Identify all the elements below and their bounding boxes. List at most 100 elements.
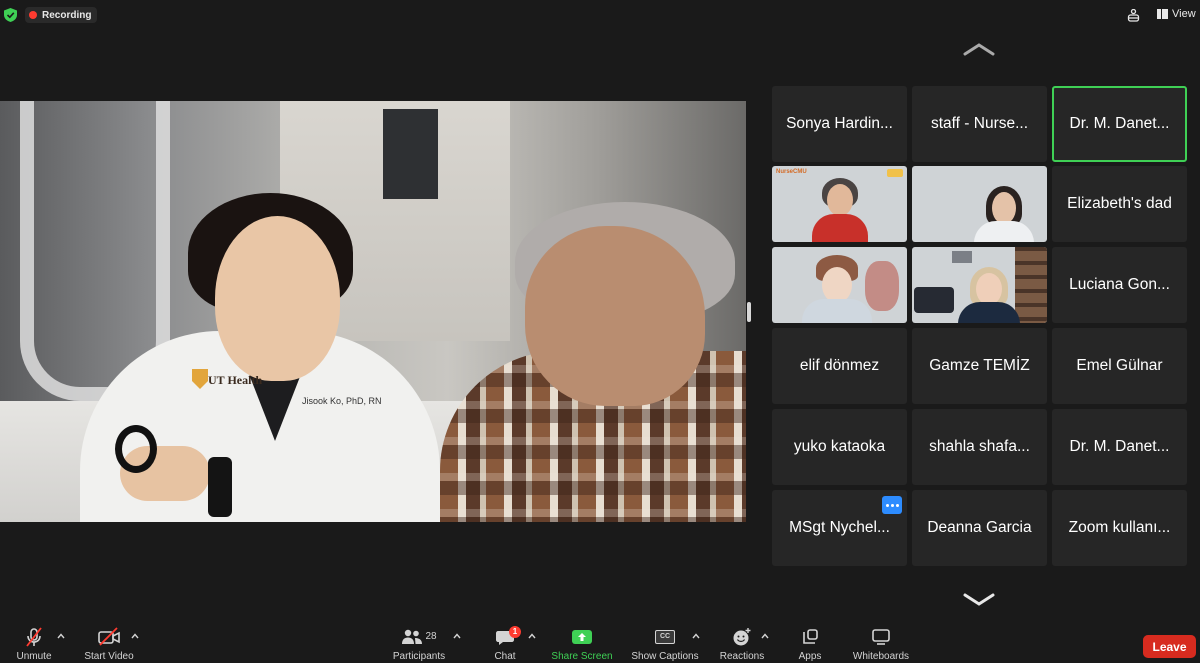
chat-unread-badge: 1 (509, 626, 521, 638)
participant-body (974, 221, 1034, 242)
video-background-frame (383, 109, 438, 199)
recording-indicator[interactable]: Recording (25, 7, 98, 23)
unmute-label: Unmute (16, 651, 52, 662)
participant-name: Sonya Hardin... (786, 115, 893, 132)
participant-video-tile[interactable]: NurseCMU (772, 166, 907, 242)
participant-tile[interactable]: MSgt Nychel... (772, 490, 907, 566)
participant-tile[interactable]: staff - Nurse... (912, 86, 1047, 162)
apps-button[interactable]: Apps (790, 624, 830, 663)
participants-label: Participants (392, 651, 446, 662)
participant-tile[interactable]: Luciana Gon... (1052, 247, 1187, 323)
blurred-background (865, 261, 899, 311)
microphone-muted-icon (14, 624, 54, 649)
woman-face (215, 216, 340, 381)
participant-face (827, 184, 853, 216)
participants-caret-icon[interactable] (453, 632, 461, 640)
share-screen-label: Share Screen (551, 651, 613, 662)
wall-picture (952, 251, 972, 263)
participant-face (992, 192, 1016, 224)
participant-name: Deanna Garcia (927, 519, 1032, 536)
reactions-button[interactable]: Reactions (716, 624, 768, 663)
view-button[interactable]: View (1157, 8, 1196, 20)
participant-name: Elizabeth's dad (1067, 195, 1172, 212)
bookshelf (1015, 247, 1047, 323)
participant-name: staff - Nurse... (930, 115, 1029, 132)
chat-button[interactable]: 1 Chat (485, 624, 525, 663)
participant-body (802, 299, 872, 323)
sofa (914, 287, 954, 313)
participant-tile-active-speaker[interactable]: Dr. M. Danet... (1052, 86, 1187, 162)
leave-button[interactable]: Leave (1143, 635, 1196, 658)
participant-video-tile[interactable] (772, 247, 907, 323)
participant-name: Luciana Gon... (1069, 276, 1170, 293)
meeting-toolbar: Unmute Start Video 28 Participants 1 Cha… (0, 624, 1200, 663)
whiteboards-button[interactable]: Whiteboards (848, 624, 914, 663)
video-camera-off-icon (89, 624, 129, 649)
whiteboards-label: Whiteboards (852, 651, 910, 662)
participant-tile[interactable]: Gamze TEMİZ (912, 328, 1047, 404)
share-screen-icon (562, 624, 602, 649)
participant-tile[interactable]: shahla shafa... (912, 409, 1047, 485)
start-video-label: Start Video (84, 651, 134, 662)
participant-tile[interactable]: elif dönmez (772, 328, 907, 404)
brand-badge-icon (887, 169, 903, 177)
participant-video-tile[interactable] (912, 166, 1047, 242)
participant-tile[interactable]: Zoom kullanı... (1052, 490, 1187, 566)
participant-name: Gamze TEMİZ (929, 357, 1030, 374)
participants-button[interactable]: 28 Participants (389, 624, 449, 663)
participant-tile[interactable]: yuko kataoka (772, 409, 907, 485)
smiley-reaction-icon (722, 624, 762, 649)
gallery-next-page-icon[interactable] (963, 593, 995, 607)
share-screen-button[interactable]: Share Screen (548, 624, 616, 663)
man-head (525, 226, 705, 406)
reactions-caret-icon[interactable] (761, 632, 769, 640)
chat-label: Chat (494, 651, 516, 662)
chat-caret-icon[interactable] (528, 632, 536, 640)
participant-name: Zoom kullanı... (1068, 519, 1171, 536)
participant-name: shahla shafa... (929, 438, 1030, 455)
chat-bubble-icon: 1 (485, 624, 525, 649)
participant-name: yuko kataoka (793, 438, 886, 455)
audio-options-caret-icon[interactable] (57, 632, 65, 640)
main-video[interactable]: UT Health Jisook Ko, PhD, RN (0, 101, 746, 522)
participants-count: 28 (425, 631, 437, 642)
participant-name: Dr. M. Danet... (1069, 115, 1170, 132)
participant-tile[interactable]: Dr. M. Danet... (1052, 409, 1187, 485)
show-captions-label: Show Captions (631, 651, 699, 662)
participant-tile[interactable]: Deanna Garcia (912, 490, 1047, 566)
whiteboard-icon (861, 624, 901, 649)
captions-caret-icon[interactable] (692, 632, 700, 640)
view-grid-icon (1157, 9, 1168, 19)
apps-icon (790, 624, 830, 649)
nursecmu-logo: NurseCMU (776, 169, 807, 175)
accessibility-icon[interactable] (1127, 9, 1140, 22)
participant-face (976, 273, 1002, 305)
participant-tile[interactable]: Emel Gülnar (1052, 328, 1187, 404)
apps-label: Apps (798, 651, 822, 662)
participant-name: elif dönmez (799, 357, 880, 374)
participants-icon: 28 (389, 624, 449, 649)
wrist-watch (208, 457, 232, 517)
coat-name-text: Jisook Ko, PhD, RN (302, 396, 382, 406)
participant-face (822, 267, 852, 303)
unmute-button[interactable]: Unmute (10, 624, 58, 663)
reactions-label: Reactions (719, 651, 765, 662)
participant-body (958, 302, 1020, 323)
video-options-caret-icon[interactable] (131, 632, 139, 640)
participant-name: Emel Gülnar (1076, 357, 1163, 374)
shield-check-icon[interactable] (4, 8, 17, 22)
top-bar: Recording View (0, 0, 1200, 30)
view-label: View (1172, 8, 1196, 20)
participant-body (812, 214, 868, 242)
participant-tile[interactable]: Elizabeth's dad (1052, 166, 1187, 242)
more-options-icon[interactable] (882, 496, 902, 514)
gallery-prev-page-icon[interactable] (963, 42, 995, 56)
show-captions-button[interactable]: CC Show Captions (627, 624, 703, 663)
start-video-button[interactable]: Start Video (80, 624, 138, 663)
participant-name: Dr. M. Danet... (1069, 438, 1170, 455)
participant-tile[interactable]: Sonya Hardin... (772, 86, 907, 162)
fitness-band (115, 425, 157, 473)
splitter-handle[interactable] (747, 302, 751, 322)
recording-dot-icon (29, 11, 37, 19)
participant-video-tile[interactable] (912, 247, 1047, 323)
